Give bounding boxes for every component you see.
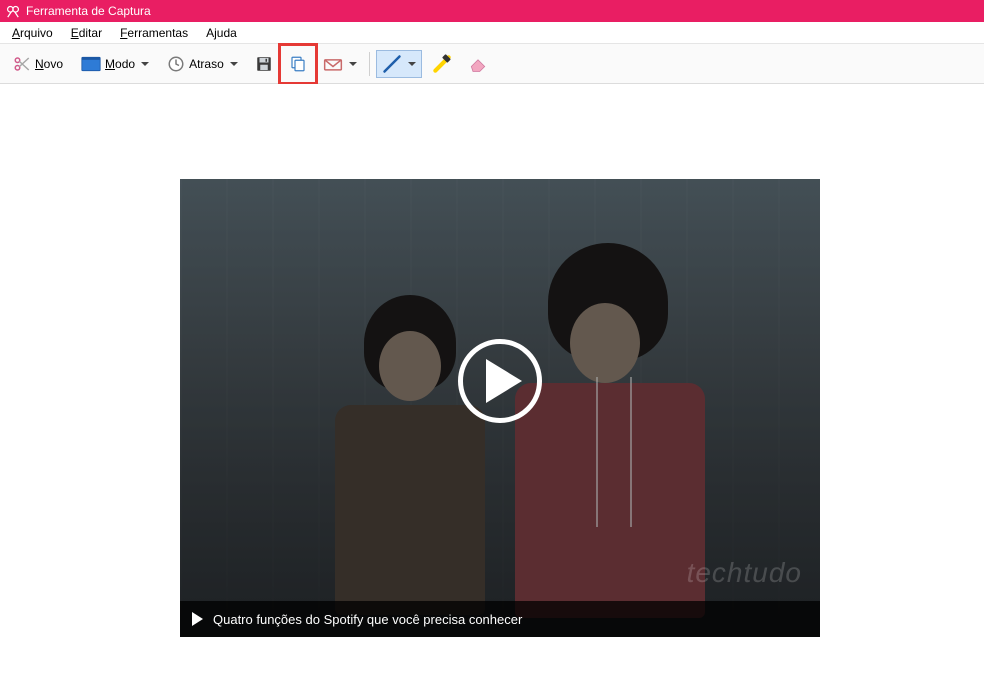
video-caption-text: Quatro funções do Spotify que você preci… bbox=[213, 612, 522, 627]
delay-button-label: Atraso bbox=[189, 57, 224, 71]
eraser-icon bbox=[468, 56, 488, 72]
highlighter-button[interactable] bbox=[426, 50, 458, 78]
captured-image: techtudo Quatro funções do Spotify que v… bbox=[180, 179, 820, 637]
capture-canvas: techtudo Quatro funções do Spotify que v… bbox=[0, 84, 984, 692]
menu-edit[interactable]: Editar bbox=[63, 24, 110, 42]
play-icon bbox=[486, 359, 522, 403]
chevron-down-icon bbox=[141, 62, 149, 66]
highlighter-icon bbox=[432, 54, 452, 74]
menu-file[interactable]: Arquivo bbox=[4, 24, 61, 42]
chevron-down-icon bbox=[349, 62, 357, 66]
watermark: techtudo bbox=[687, 557, 802, 589]
copy-icon bbox=[289, 55, 307, 73]
menubar: Arquivo Editar Ferramentas Ajuda bbox=[0, 22, 984, 44]
save-icon bbox=[255, 55, 273, 73]
chevron-down-icon bbox=[408, 62, 416, 66]
copy-button[interactable] bbox=[283, 50, 313, 78]
menu-help[interactable]: Ajuda bbox=[198, 24, 245, 42]
eraser-button[interactable] bbox=[462, 50, 494, 78]
mode-button[interactable]: Modo bbox=[74, 50, 156, 78]
scissors-icon bbox=[13, 55, 31, 73]
play-button[interactable] bbox=[458, 339, 542, 423]
video-caption-bar[interactable]: Quatro funções do Spotify que você preci… bbox=[180, 601, 820, 637]
pen-icon bbox=[382, 54, 402, 74]
send-button[interactable] bbox=[317, 50, 363, 78]
mode-button-label: Modo bbox=[105, 57, 135, 71]
pen-button[interactable] bbox=[376, 50, 422, 78]
window-title: Ferramenta de Captura bbox=[26, 4, 151, 18]
play-icon bbox=[192, 612, 203, 626]
rectangle-icon bbox=[81, 56, 101, 72]
save-button[interactable] bbox=[249, 50, 279, 78]
app-icon bbox=[6, 4, 20, 18]
delay-button[interactable]: Atraso bbox=[160, 50, 245, 78]
titlebar: Ferramenta de Captura bbox=[0, 0, 984, 22]
clock-icon bbox=[167, 55, 185, 73]
chevron-down-icon bbox=[230, 62, 238, 66]
new-button[interactable]: Novo bbox=[6, 50, 70, 78]
toolbar: Novo Modo Atraso bbox=[0, 44, 984, 84]
menu-tools[interactable]: Ferramentas bbox=[112, 24, 196, 42]
new-button-label: Novo bbox=[35, 57, 63, 71]
mail-icon bbox=[323, 56, 343, 72]
toolbar-separator bbox=[369, 52, 370, 76]
